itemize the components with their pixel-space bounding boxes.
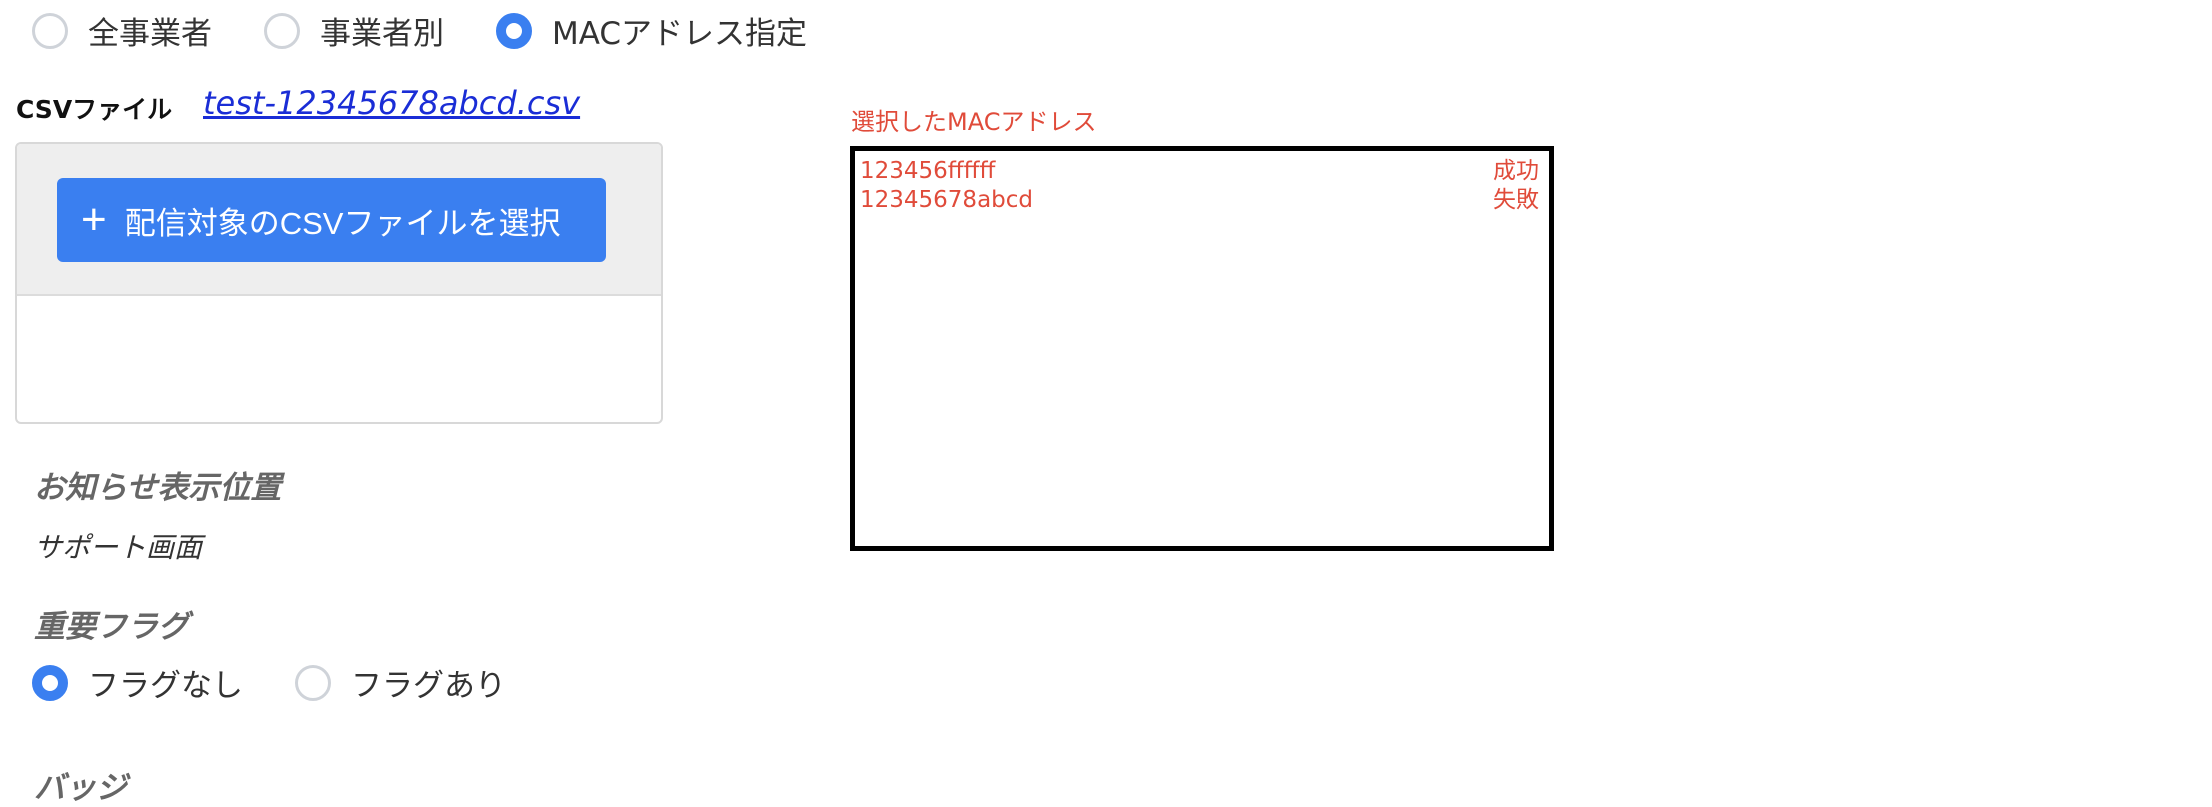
notice-position-title: お知らせ表示位置 [34,470,282,506]
important-flag-radio-group: フラグなし フラグあり [32,660,558,705]
mac-address: 123456ffffff [860,158,996,184]
radio-flag-none-label[interactable]: フラグなし [88,660,243,705]
selected-mac-caption: 選択したMACアドレス [851,108,1097,136]
csv-file-link[interactable]: test-12345678abcd.csv [203,84,580,122]
target-radio-group: 全事業者 事業者別 MACアドレス指定 [32,8,859,53]
mac-row: 12345678abcd 失敗 [855,186,1549,215]
mac-row: 123456ffffff 成功 [855,157,1549,186]
selected-mac-list[interactable]: 123456ffffff 成功 12345678abcd 失敗 [850,146,1554,551]
radio-by-operator[interactable] [264,12,300,49]
mac-status: 成功 [1493,158,1539,184]
radio-all-operators[interactable] [32,12,68,49]
select-csv-button-label: 配信対象のCSVファイルを選択 [124,205,561,241]
select-csv-button[interactable]: + 配信対象のCSVファイルを選択 [57,178,606,262]
mac-status: 失敗 [1493,187,1539,213]
important-flag-title: 重要フラグ [34,609,189,645]
badge-title: バッジ [34,770,127,806]
radio-flag-none[interactable] [32,664,68,701]
radio-flag-on-label[interactable]: フラグあり [351,660,506,705]
notice-position-value: サポート画面 [34,531,203,564]
plus-icon: + [81,195,107,244]
radio-mac-address[interactable] [496,12,532,49]
csv-upload-header: + 配信対象のCSVファイルを選択 [17,144,661,296]
radio-flag-on[interactable] [295,664,331,701]
radio-all-operators-label[interactable]: 全事業者 [88,8,212,53]
mac-address: 12345678abcd [860,187,1034,213]
csv-upload-panel: + 配信対象のCSVファイルを選択 [15,142,663,424]
csv-drop-area[interactable] [17,296,661,422]
csv-file-label: CSVファイル [16,95,173,124]
radio-by-operator-label[interactable]: 事業者別 [320,8,444,53]
radio-mac-address-label[interactable]: MACアドレス指定 [552,8,807,53]
